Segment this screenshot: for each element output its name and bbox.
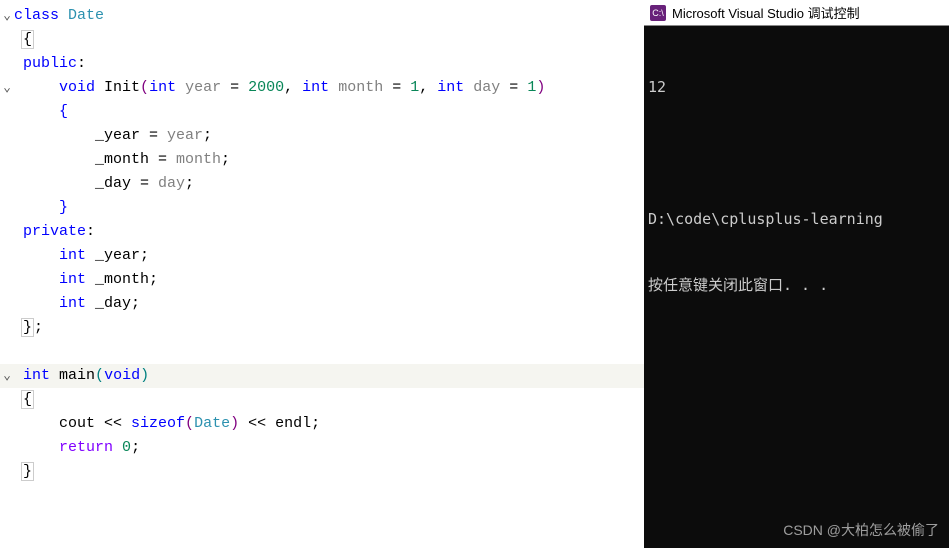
code-line[interactable]: int _month; (0, 268, 644, 292)
console-line-blank (648, 142, 945, 164)
console-title-text: Microsoft Visual Studio 调试控制 (672, 3, 860, 22)
code-text[interactable]: _year = year; (14, 124, 644, 148)
fold-gutter (0, 172, 14, 196)
console-output[interactable]: 12 D:\code\cplusplus-learning 按任意键关闭此窗口.… (644, 26, 949, 346)
fold-gutter[interactable] (0, 4, 14, 28)
code-text[interactable]: private: (14, 220, 644, 244)
chevron-down-icon[interactable] (3, 367, 11, 384)
code-text[interactable]: void Init(int year = 2000, int month = 1… (14, 76, 644, 100)
console-pane: C:\ Microsoft Visual Studio 调试控制 12 D:\c… (644, 0, 949, 548)
code-text[interactable] (14, 340, 644, 364)
chevron-down-icon[interactable] (3, 79, 11, 96)
fold-gutter (0, 460, 14, 484)
code-area[interactable]: class Date { public: void Init(int year … (0, 0, 644, 488)
code-line[interactable]: int _day; (0, 292, 644, 316)
fold-gutter (0, 220, 14, 244)
fold-gutter (0, 436, 14, 460)
watermark: CSDN @大柏怎么被偷了 (783, 520, 939, 540)
code-line[interactable]: { (0, 28, 644, 52)
fold-gutter (0, 244, 14, 268)
code-editor-pane[interactable]: class Date { public: void Init(int year … (0, 0, 644, 548)
fold-gutter (0, 316, 14, 340)
code-text[interactable]: _month = month; (14, 148, 644, 172)
code-line[interactable]: } (0, 460, 644, 484)
code-text[interactable]: return 0; (14, 436, 644, 460)
code-line[interactable]: _day = day; (0, 172, 644, 196)
chevron-down-icon[interactable] (3, 7, 11, 24)
code-line[interactable]: return 0; (0, 436, 644, 460)
code-text[interactable]: public: (14, 52, 644, 76)
code-text[interactable]: int _year; (14, 244, 644, 268)
fold-gutter (0, 292, 14, 316)
code-line[interactable]: private: (0, 220, 644, 244)
code-line[interactable]: }; (0, 316, 644, 340)
fold-gutter (0, 124, 14, 148)
code-text[interactable]: } (14, 460, 644, 484)
fold-gutter[interactable] (0, 76, 14, 100)
fold-gutter[interactable] (0, 364, 14, 388)
code-line[interactable]: int _year; (0, 244, 644, 268)
console-title-bar: C:\ Microsoft Visual Studio 调试控制 (644, 0, 949, 26)
code-line[interactable]: public: (0, 52, 644, 76)
fold-gutter (0, 28, 14, 52)
code-text[interactable]: }; (14, 316, 644, 340)
code-line[interactable]: cout << sizeof(Date) << endl; (0, 412, 644, 436)
code-text[interactable]: _day = day; (14, 172, 644, 196)
code-line[interactable]: int main(void) (0, 364, 644, 388)
fold-gutter (0, 412, 14, 436)
fold-gutter (0, 340, 14, 364)
code-text[interactable]: int _day; (14, 292, 644, 316)
console-line-result: 12 (648, 76, 945, 98)
code-line[interactable]: { (0, 100, 644, 124)
console-line-path: D:\code\cplusplus-learning (648, 208, 945, 230)
fold-gutter (0, 148, 14, 172)
code-text[interactable]: class Date (14, 4, 644, 28)
code-line[interactable]: _month = month; (0, 148, 644, 172)
code-text[interactable]: { (14, 100, 644, 124)
fold-gutter (0, 52, 14, 76)
code-text[interactable]: cout << sizeof(Date) << endl; (14, 412, 644, 436)
fold-gutter (0, 388, 14, 412)
code-text[interactable]: { (14, 28, 644, 52)
fold-gutter (0, 196, 14, 220)
console-line-prompt: 按任意键关闭此窗口. . . (648, 274, 945, 296)
code-line[interactable] (0, 340, 644, 364)
fold-gutter (0, 268, 14, 292)
code-line[interactable]: void Init(int year = 2000, int month = 1… (0, 76, 644, 100)
code-line[interactable]: { (0, 388, 644, 412)
code-line[interactable]: class Date (0, 4, 644, 28)
code-line[interactable]: } (0, 196, 644, 220)
code-text[interactable]: int main(void) (14, 364, 644, 388)
code-text[interactable]: } (14, 196, 644, 220)
code-line[interactable]: _year = year; (0, 124, 644, 148)
fold-gutter (0, 100, 14, 124)
vs-icon: C:\ (650, 5, 666, 21)
code-text[interactable]: int _month; (14, 268, 644, 292)
code-text[interactable]: { (14, 388, 644, 412)
